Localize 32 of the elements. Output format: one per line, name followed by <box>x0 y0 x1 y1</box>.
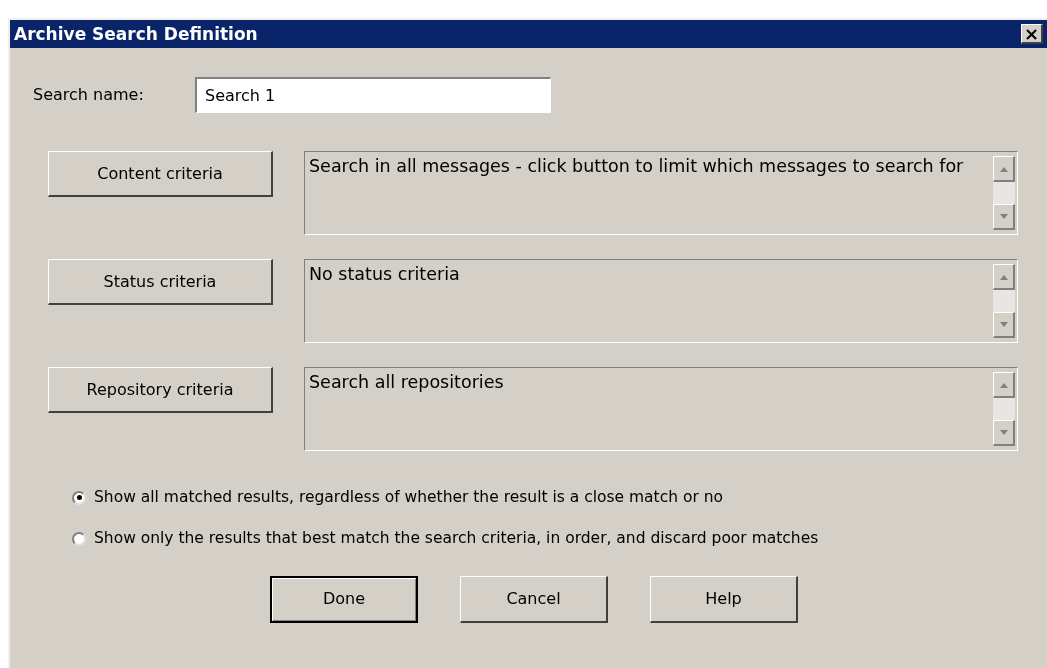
summary-text: No status criteria <box>308 263 461 286</box>
scrollbar[interactable] <box>993 264 1015 338</box>
summary-text: Search in all messages - click button to limit which messages to search for <box>308 155 965 178</box>
close-button[interactable]: × <box>1021 24 1043 44</box>
scroll-up-icon <box>998 273 1009 280</box>
scrollbar[interactable] <box>993 372 1015 446</box>
criteria-button[interactable]: Repository criteria <box>48 367 273 413</box>
scrollbar[interactable] <box>993 156 1015 230</box>
scroll-down-icon <box>998 321 1009 328</box>
radio-button[interactable] <box>72 490 86 505</box>
scroll-up-icon <box>998 381 1009 388</box>
radio-label[interactable]: Show only the results that best match the search criteria, in order, and discard poor matches <box>94 527 819 551</box>
scroll-down-icon <box>998 429 1009 436</box>
radio-button[interactable] <box>72 531 86 546</box>
scroll-up-button[interactable] <box>993 264 1015 290</box>
input-field[interactable]: Search 1 <box>195 77 551 113</box>
scroll-down-button[interactable] <box>993 420 1015 446</box>
dialog-button[interactable]: Done <box>270 575 418 623</box>
scroll-down-button[interactable] <box>993 204 1015 230</box>
dialog-button[interactable]: Cancel <box>460 575 608 623</box>
scroll-up-icon <box>998 165 1009 172</box>
radio-label[interactable]: Show all matched results, regardless of whether the result is a close match or no <box>94 486 724 510</box>
scroll-up-button[interactable] <box>993 156 1015 182</box>
scroll-up-button[interactable] <box>993 372 1015 398</box>
summary-text: Search all repositories <box>308 371 505 394</box>
field-label: Search name: <box>33 84 145 106</box>
criteria-button[interactable]: Status criteria <box>48 259 273 305</box>
window-title: Archive Search Definition <box>14 25 258 43</box>
scroll-down-button[interactable] <box>993 312 1015 338</box>
scroll-down-icon <box>998 213 1009 220</box>
dialog-button[interactable]: Help <box>650 575 798 623</box>
criteria-button[interactable]: Content criteria <box>48 151 273 197</box>
